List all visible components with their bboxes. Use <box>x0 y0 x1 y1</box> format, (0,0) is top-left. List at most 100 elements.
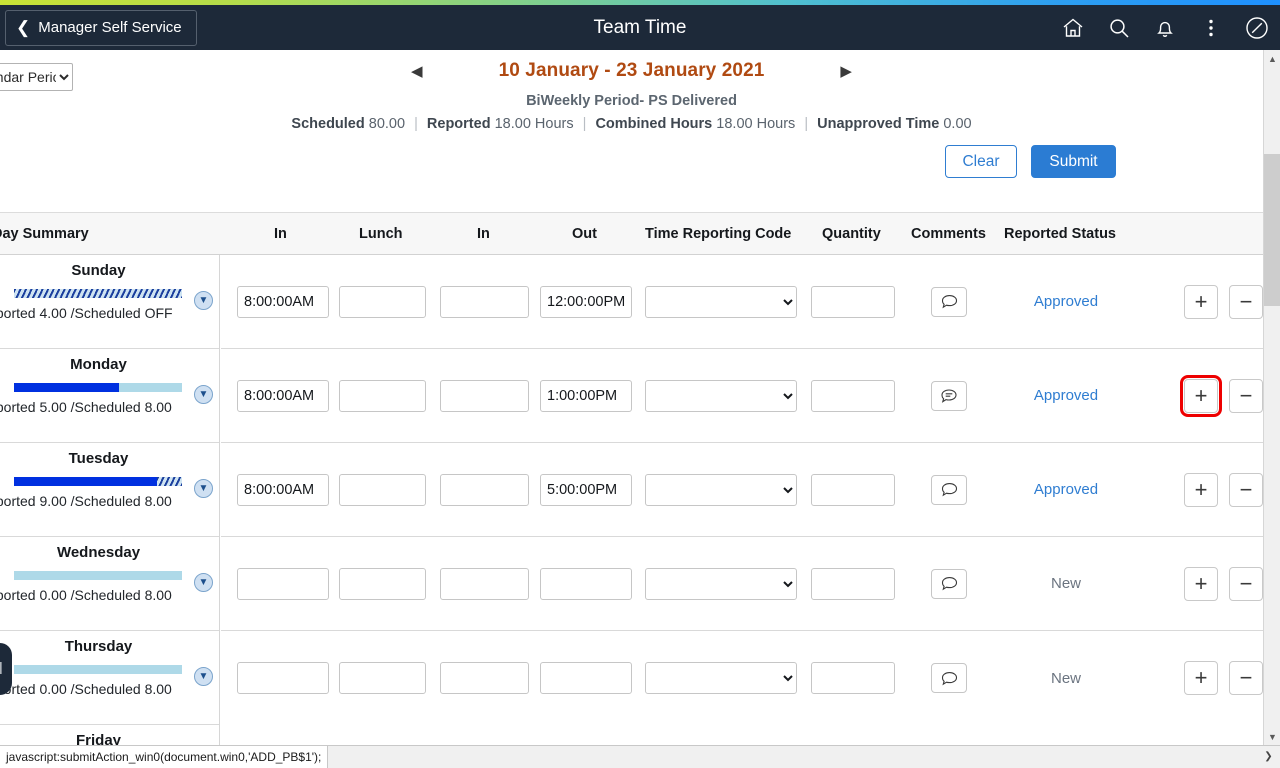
scroll-up-icon[interactable]: ▲ <box>1264 50 1280 67</box>
out-field[interactable] <box>540 568 632 600</box>
add-row-button[interactable]: + <box>1184 379 1218 413</box>
back-to-manager-self-service-button[interactable]: ❮ Manager Self Service <box>5 10 197 46</box>
in-2-field[interactable] <box>440 662 529 694</box>
quantity-field[interactable] <box>811 568 895 600</box>
day-summary-sunday[interactable]: Sunday Reported 4.00 /Scheduled OFF ▼ <box>0 255 219 349</box>
day-progress-bar <box>14 289 182 298</box>
chevron-down-icon[interactable]: ▼ <box>194 573 213 592</box>
quantity-field[interactable] <box>811 474 895 506</box>
vertical-scrollbar[interactable]: ▲ ▼ <box>1263 50 1280 745</box>
add-row-button[interactable]: + <box>1184 473 1218 507</box>
vertical-scrollbar-thumb[interactable] <box>1264 154 1280 306</box>
quantity-field[interactable] <box>811 286 895 318</box>
table-row: New + − <box>221 537 1263 631</box>
day-summary-friday[interactable]: Friday <box>0 725 219 745</box>
nav-compass-icon[interactable] <box>1242 13 1272 43</box>
search-icon[interactable] <box>1104 13 1134 43</box>
remove-row-button[interactable]: − <box>1229 473 1263 507</box>
out-field[interactable] <box>540 662 632 694</box>
in-1-field[interactable] <box>237 380 329 412</box>
status-badge: New <box>1001 670 1131 687</box>
in-2-field[interactable] <box>440 380 529 412</box>
lunch-field[interactable] <box>339 568 426 600</box>
status-badge: Approved <box>1001 387 1131 404</box>
comment-bubble-empty-icon[interactable] <box>931 475 967 505</box>
combined-hours-label: Combined Hours <box>595 116 712 132</box>
column-header-comments: Comments <box>911 226 986 242</box>
chevron-down-icon[interactable]: ▼ <box>194 291 213 310</box>
table-row: New + − <box>221 631 1263 725</box>
day-summary-thursday[interactable]: Thursday Reported 0.00 /Scheduled 8.00 ▼ <box>0 631 219 725</box>
in-1-field[interactable] <box>237 662 329 694</box>
in-1-field[interactable] <box>237 568 329 600</box>
reported-value: 18.00 Hours <box>495 116 574 132</box>
previous-period-button[interactable]: ◀ <box>401 64 433 79</box>
quantity-field[interactable] <box>811 662 895 694</box>
quantity-field[interactable] <box>811 380 895 412</box>
header-icon-group <box>1058 13 1272 43</box>
notification-bell-icon[interactable] <box>1150 13 1180 43</box>
timesheet-entry-rows: Approved + − <box>221 255 1263 725</box>
column-header-reported-status: Reported Status <box>1004 226 1116 242</box>
time-reporting-code-select[interactable] <box>645 380 797 412</box>
day-summary-tuesday[interactable]: Tuesday Reported 9.00 /Scheduled 8.00 ▼ <box>0 443 219 537</box>
day-name: Sunday <box>0 262 219 279</box>
scheduled-label: Scheduled <box>291 116 364 132</box>
in-1-field[interactable] <box>237 286 329 318</box>
in-2-field[interactable] <box>440 474 529 506</box>
add-row-button[interactable]: + <box>1184 567 1218 601</box>
panel-drag-handle[interactable]: ‖ <box>0 643 12 695</box>
in-1-field[interactable] <box>237 474 329 506</box>
in-2-field[interactable] <box>440 286 529 318</box>
day-summary-text: Reported 4.00 /Scheduled OFF <box>0 305 219 321</box>
time-reporting-code-select[interactable] <box>645 568 797 600</box>
time-reporting-code-select[interactable] <box>645 662 797 694</box>
in-2-field[interactable] <box>440 568 529 600</box>
out-field[interactable] <box>540 286 632 318</box>
reported-label: Reported <box>427 116 491 132</box>
lunch-field[interactable] <box>339 380 426 412</box>
remove-row-button[interactable]: − <box>1229 379 1263 413</box>
clear-button[interactable]: Clear <box>945 145 1017 178</box>
chevron-down-icon[interactable]: ▼ <box>194 667 213 686</box>
period-range-label: 10 January - 23 January 2021 <box>499 60 765 82</box>
scheduled-value: 80.00 <box>369 116 405 132</box>
remove-row-button[interactable]: − <box>1229 285 1263 319</box>
scroll-right-icon[interactable]: ❯ <box>1257 745 1280 768</box>
lunch-field[interactable] <box>339 662 426 694</box>
comment-bubble-empty-icon[interactable] <box>931 287 967 317</box>
day-name: Monday <box>0 356 219 373</box>
chevron-down-icon[interactable]: ▼ <box>194 385 213 404</box>
add-row-button[interactable]: + <box>1184 661 1218 695</box>
add-row-button[interactable]: + <box>1184 285 1218 319</box>
comment-bubble-empty-icon[interactable] <box>931 663 967 693</box>
comment-bubble-empty-icon[interactable] <box>931 569 967 599</box>
home-icon[interactable] <box>1058 13 1088 43</box>
lunch-field[interactable] <box>339 474 426 506</box>
status-badge: Approved <box>1001 481 1131 498</box>
time-reporting-code-select[interactable] <box>645 474 797 506</box>
day-summary-wednesday[interactable]: Wednesday Reported 0.00 /Scheduled 8.00 … <box>0 537 219 631</box>
column-header-day-summary: Day Summary <box>0 226 89 242</box>
scroll-down-icon[interactable]: ▼ <box>1264 728 1280 745</box>
submit-button[interactable]: Submit <box>1031 145 1116 178</box>
kebab-menu-icon[interactable] <box>1196 13 1226 43</box>
day-summary-text: Reported 9.00 /Scheduled 8.00 <box>0 493 219 509</box>
out-field[interactable] <box>540 474 632 506</box>
comment-bubble-filled-icon[interactable] <box>931 381 967 411</box>
lunch-field[interactable] <box>339 286 426 318</box>
time-reporting-code-select[interactable] <box>645 286 797 318</box>
bar-base-segment <box>14 665 182 674</box>
totals-divider-1: | <box>409 116 423 132</box>
status-badge: Approved <box>1001 293 1131 310</box>
remove-row-button[interactable]: − <box>1229 661 1263 695</box>
team-time-page: ❮ Manager Self Service Team Time <box>0 0 1280 768</box>
bar-hatch-segment <box>14 289 182 298</box>
day-summary-monday[interactable]: Monday Reported 5.00 /Scheduled 8.00 ▼ <box>0 349 219 443</box>
next-period-button[interactable]: ▶ <box>830 64 862 79</box>
chevron-down-icon[interactable]: ▼ <box>194 479 213 498</box>
out-field[interactable] <box>540 380 632 412</box>
remove-row-button[interactable]: − <box>1229 567 1263 601</box>
day-summary-text: Reported 5.00 /Scheduled 8.00 <box>0 399 219 415</box>
combined-hours-value: 18.00 Hours <box>716 116 795 132</box>
